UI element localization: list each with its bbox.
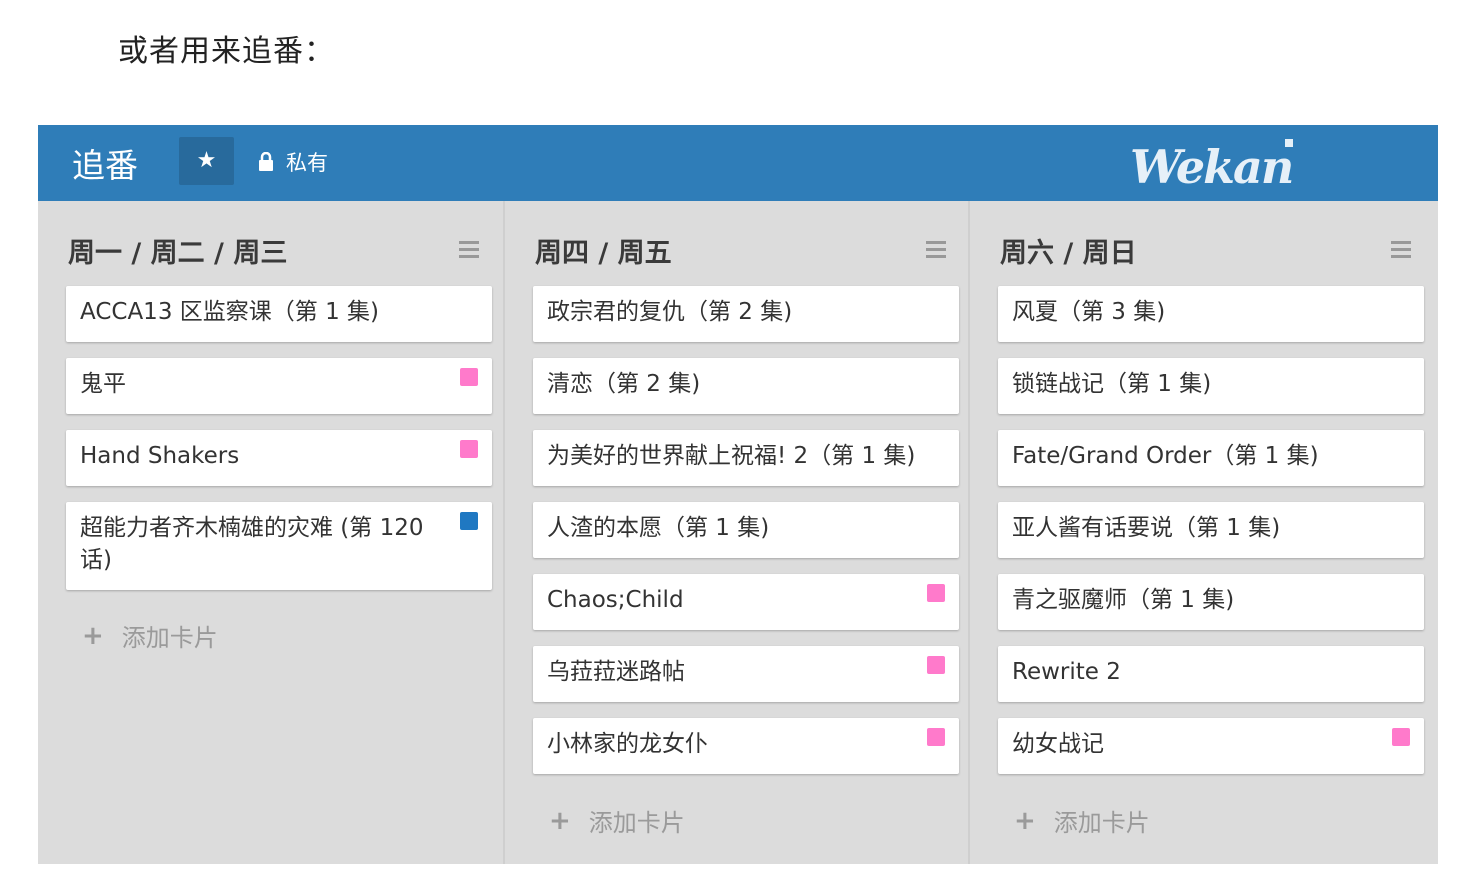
card[interactable]: Rewrite 2 [998, 646, 1424, 702]
list-column: 周六 / 周日风夏（第 3 集) 锁链战记（第 1 集) Fate/Grand Or… [968, 201, 1433, 864]
card-title: 清恋（第 2 集) [547, 371, 701, 397]
card-label-blue [460, 512, 478, 530]
card-title: 幼女战记 [1012, 731, 1104, 757]
card-title: 小林家的龙女仆 [547, 731, 708, 757]
intro-text: 或者用来追番： [118, 34, 335, 69]
card-title: 乌菈菈迷路帖 [547, 659, 685, 685]
card[interactable]: 为美好的世界献上祝福! 2（第 1 集) [533, 430, 959, 486]
card-title: ACCA13 区监察课（第 1 集) [80, 299, 379, 325]
wekan-logo: Wekan [1130, 139, 1294, 194]
svg-text:Wekan: Wekan [1130, 140, 1292, 194]
card[interactable]: 亚人酱有话要说（第 1 集) [998, 502, 1424, 558]
add-card-button[interactable]: + 添加卡片 [1014, 803, 1150, 838]
card-title: 鬼平 [80, 371, 126, 397]
card[interactable]: 幼女战记 [998, 718, 1424, 774]
privacy-label: 私有 [286, 151, 328, 175]
card-label-pink [1392, 728, 1410, 746]
card-title: 锁链战记（第 1 集) [1012, 371, 1212, 397]
star-button[interactable]: ★ [179, 137, 234, 185]
card-label-pink [460, 440, 478, 458]
card-title: 政宗君的复仇（第 2 集) [547, 299, 793, 325]
card[interactable]: Hand Shakers [66, 430, 492, 486]
privacy-toggle[interactable]: 私有 [258, 147, 328, 177]
list-title[interactable]: 周四 / 周五 [535, 231, 672, 270]
board-header: 追番 ★ 私有 Wekan [38, 125, 1438, 201]
plus-icon: + [1014, 805, 1036, 836]
card-title: Rewrite 2 [1012, 659, 1121, 685]
board-title[interactable]: 追番 [72, 139, 138, 187]
card-title: 人渣的本愿（第 1 集) [547, 515, 770, 541]
card[interactable]: 乌菈菈迷路帖 [533, 646, 959, 702]
card-title: Hand Shakers [80, 443, 240, 469]
card[interactable]: 清恋（第 2 集) [533, 358, 959, 414]
plus-icon: + [549, 805, 571, 836]
add-card-label: 添加卡片 [121, 624, 218, 652]
card[interactable]: Fate/Grand Order（第 1 集) [998, 430, 1424, 486]
card[interactable]: 人渣的本愿（第 1 集) [533, 502, 959, 558]
card-title: 青之驱魔师（第 1 集) [1012, 587, 1235, 613]
card-title: 亚人酱有话要说（第 1 集) [1012, 515, 1281, 541]
card-label-pink [927, 656, 945, 674]
card-title: 为美好的世界献上祝福! 2（第 1 集) [547, 443, 916, 469]
add-card-button[interactable]: + 添加卡片 [549, 803, 685, 838]
add-card-label: 添加卡片 [588, 809, 685, 837]
list-column: 周一 / 周二 / 周三 ACCA13 区监察课（第 1 集) 鬼平 Hand Sha… [38, 201, 501, 864]
list-menu-icon[interactable] [459, 241, 479, 258]
card-label-pink [460, 368, 478, 386]
card[interactable]: 政宗君的复仇（第 2 集) [533, 286, 959, 342]
card-title: 风夏（第 3 集) [1012, 299, 1166, 325]
board: 追番 ★ 私有 Wekan 周一 / 周二 / 周三 ACCA13 区监察课（第 … [38, 125, 1438, 864]
card[interactable]: 鬼平 [66, 358, 492, 414]
add-card-button[interactable]: + 添加卡片 [82, 618, 218, 653]
list-column: 周四 / 周五政宗君的复仇（第 2 集) 清恋（第 2 集) 为美好的世界献上祝福!… [503, 201, 968, 864]
lock-icon [259, 152, 273, 171]
card-title: Fate/Grand Order（第 1 集) [1012, 443, 1319, 469]
card-label-pink [927, 728, 945, 746]
star-icon: ★ [196, 148, 217, 173]
card-title: Chaos;Child [547, 587, 684, 613]
list-menu-icon[interactable] [926, 241, 946, 258]
card[interactable]: Chaos;Child [533, 574, 959, 630]
list-menu-icon[interactable] [1391, 241, 1411, 258]
card[interactable]: ACCA13 区监察课（第 1 集) [66, 286, 492, 342]
card[interactable]: 小林家的龙女仆 [533, 718, 959, 774]
add-card-label: 添加卡片 [1053, 809, 1150, 837]
card-title: 超能力者齐木楠雄的灾难 (第 120 话) [80, 515, 424, 573]
card[interactable]: 超能力者齐木楠雄的灾难 (第 120 话) [66, 502, 492, 590]
card[interactable]: 锁链战记（第 1 集) [998, 358, 1424, 414]
card[interactable]: 青之驱魔师（第 1 集) [998, 574, 1424, 630]
list-title[interactable]: 周六 / 周日 [1000, 231, 1137, 270]
plus-icon: + [82, 620, 104, 651]
card[interactable]: 风夏（第 3 集) [998, 286, 1424, 342]
card-label-pink [927, 584, 945, 602]
list-title[interactable]: 周一 / 周二 / 周三 [68, 231, 287, 270]
